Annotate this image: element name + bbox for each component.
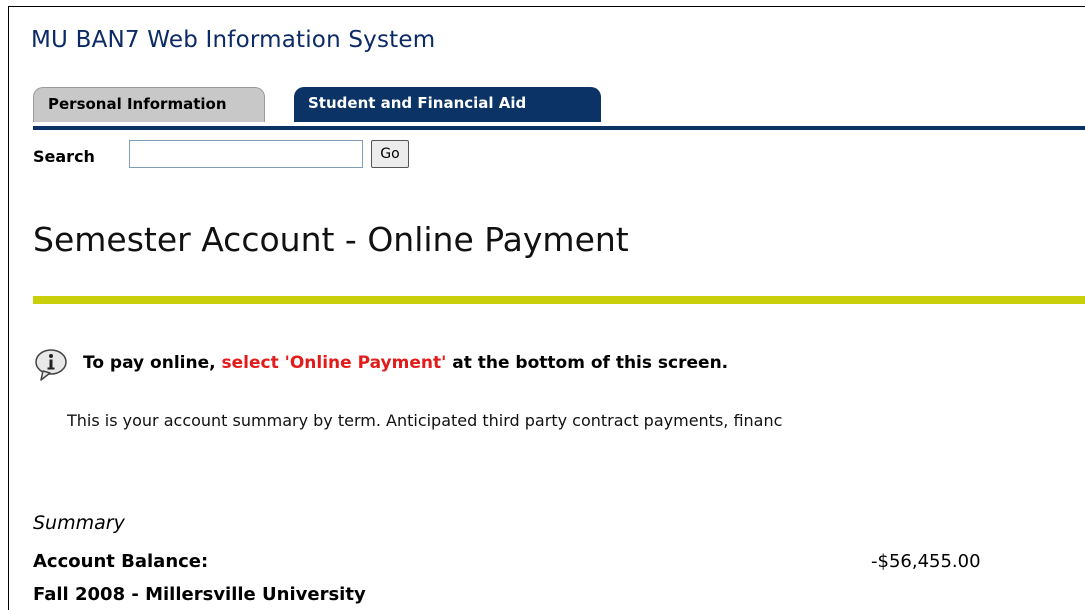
search-input[interactable] bbox=[129, 140, 363, 168]
info-text-start: To pay online, bbox=[83, 353, 222, 373]
account-balance-label: Account Balance: bbox=[33, 551, 209, 572]
section-divider bbox=[33, 296, 1085, 304]
intro-text: This is your account summary by term. An… bbox=[67, 411, 783, 430]
app-title: MU BAN7 Web Information System bbox=[31, 27, 436, 53]
term-label: Fall 2008 - Millersville University bbox=[33, 584, 366, 605]
info-text-highlight: select 'Online Payment' bbox=[221, 353, 447, 373]
info-icon bbox=[33, 347, 71, 383]
info-text: To pay online, select 'Online Payment' a… bbox=[83, 353, 728, 373]
tab-student-and-financial-aid[interactable]: Student and Financial Aid bbox=[294, 87, 601, 122]
tab-underline bbox=[33, 126, 1085, 130]
tab-bar: Personal Information Student and Financi… bbox=[33, 87, 1085, 127]
account-balance-value: -$56,455.00 bbox=[871, 551, 981, 572]
page-title: Semester Account - Online Payment bbox=[33, 220, 629, 259]
info-text-end: at the bottom of this screen. bbox=[446, 353, 729, 373]
browser-frame: MU BAN7 Web Information System Personal … bbox=[8, 6, 1085, 610]
go-button[interactable]: Go bbox=[371, 140, 409, 168]
tab-personal-information[interactable]: Personal Information bbox=[33, 87, 265, 122]
search-label: Search bbox=[33, 147, 95, 166]
summary-heading: Summary bbox=[33, 512, 125, 534]
